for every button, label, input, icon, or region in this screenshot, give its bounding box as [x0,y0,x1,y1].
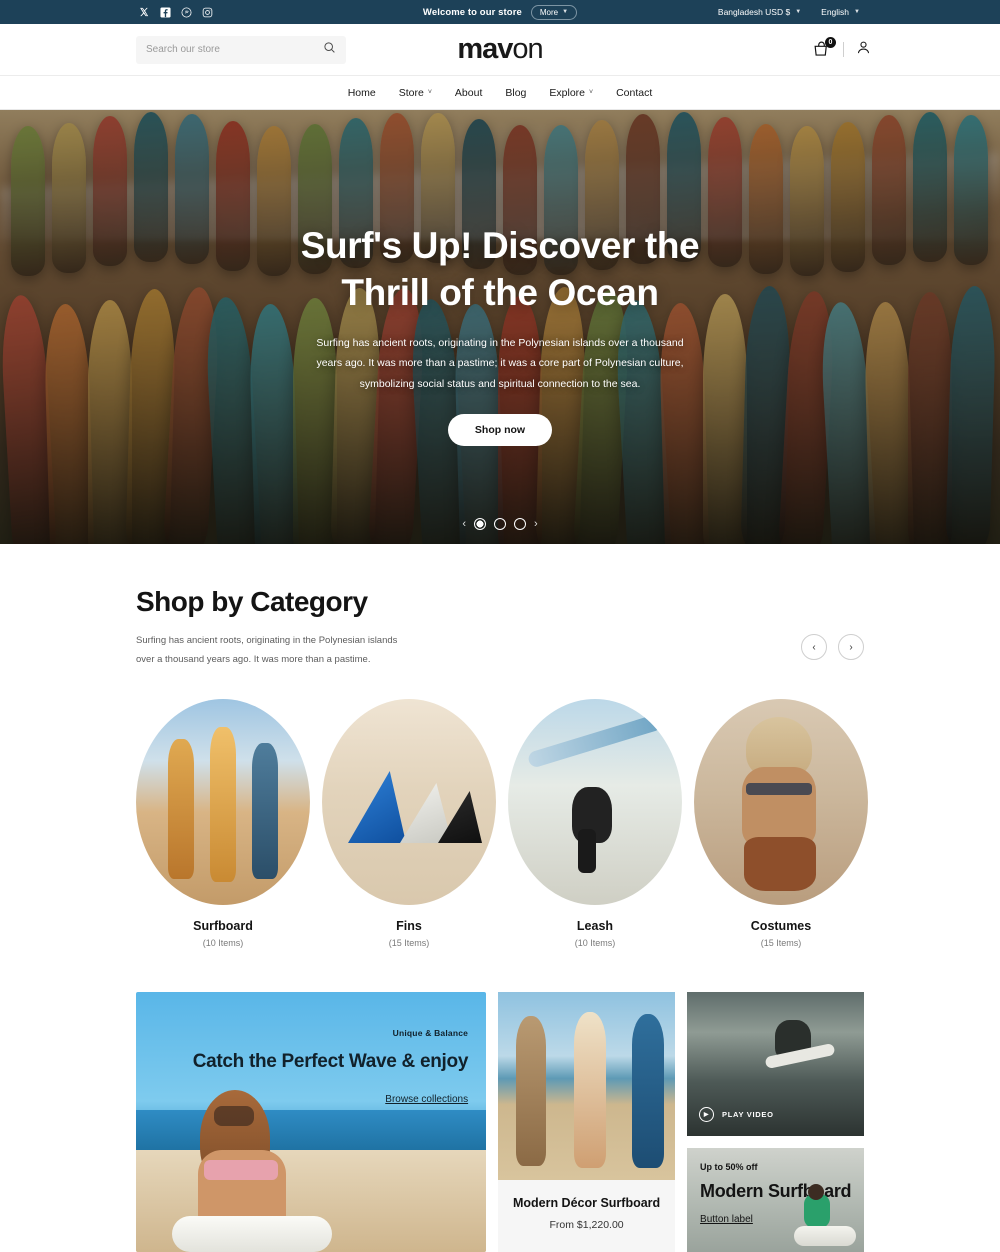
chevron-down-icon: ▼ [795,9,802,15]
chevron-down-icon: ▼ [854,9,860,15]
offer-promo-card[interactable]: Up to 50% off Modern Surfboard Button la… [687,1148,864,1252]
hero-title: Surf's Up! Discover the Thrill of the Oc… [300,225,700,314]
language-selector[interactable]: English ▼ [821,7,860,17]
currency-label: Bangladesh USD $ [717,7,791,17]
category-card-fins[interactable]: Fins (15 Items) [322,699,496,948]
category-count: (10 Items) [574,938,616,949]
x-twitter-icon[interactable] [138,6,150,18]
currency-selector[interactable]: Bangladesh USD $ ▼ [718,7,801,17]
site-header: mavon 0 [0,24,1000,76]
category-subtitle: Surfing has ancient roots, originating i… [136,635,398,665]
main-nav: Home Store ˅ About Blog Explore ˅ Contac… [0,76,1000,110]
nav-item-store[interactable]: Store ˅ [399,87,432,99]
category-list: Surfboard (10 Items) Fins (15 Items) Lea… [136,699,868,948]
more-button[interactable]: More ▼ [530,4,578,20]
hero-pagination: ‹ › [0,518,1000,530]
locale-selectors: Bangladesh USD $ ▼ English ▼ [718,7,860,17]
category-count: (10 Items) [202,938,244,949]
category-card-leash[interactable]: Leash (10 Items) [508,699,682,948]
category-name: Leash [576,919,614,934]
category-carousel-controls: ‹ › [801,586,864,660]
video-promo-card[interactable]: ▶ PLAY VIDEO [687,992,864,1137]
category-name: Fins [396,919,422,934]
nav-label: Home [347,86,376,99]
nav-item-about[interactable]: About [455,87,482,99]
promo-model-image [172,1090,332,1252]
cart-button[interactable]: 0 [812,36,836,60]
promo-text-block: Unique & Balance Catch the Perfect Wave … [192,1028,469,1107]
announcement-bar: Welcome to our store More ▼ Bangladesh U… [0,0,1000,24]
nav-label: About [454,86,483,99]
category-image [322,699,496,906]
account-button[interactable] [855,39,872,61]
shop-by-category-section: Shop by Category Surfing has ancient roo… [0,544,1000,1252]
hero-carousel: Surf's Up! Discover the Thrill of the Oc… [0,110,1000,544]
play-video-control[interactable]: ▶ PLAY VIDEO [699,1107,774,1123]
category-image [694,699,868,906]
header-divider [843,42,844,57]
category-count: (15 Items) [760,938,802,949]
hero-next-arrow[interactable]: › [534,518,538,530]
category-header: Shop by Category Surfing has ancient roo… [136,544,864,669]
hero-dot-1[interactable] [474,518,486,530]
hero-paragraph: Surfing has ancient roots, originating i… [316,336,684,390]
chevron-down-icon: ˅ [589,89,594,96]
promo-title: Catch the Perfect Wave & enjoy [192,1051,469,1073]
promo-card-catch-the-wave[interactable]: Unique & Balance Catch the Perfect Wave … [136,992,487,1252]
promo-kicker: Unique & Balance [392,1028,469,1039]
logo-light: on [512,33,543,65]
hero-dot-3[interactable] [514,518,526,530]
category-next-button[interactable]: › [838,634,864,660]
social-links [138,6,213,18]
nav-label: Blog [505,86,527,99]
category-name: Costumes [750,919,812,934]
play-video-label: PLAY VIDEO [722,1110,774,1120]
category-name: Surfboard [193,919,253,934]
nav-item-home[interactable]: Home [348,87,376,99]
play-icon: ▶ [699,1107,715,1123]
product-card-modern-decor-surfboard[interactable]: Modern Décor Surfboard From $1,220.00 [498,992,676,1252]
chevron-down-icon: ▼ [562,9,569,15]
nav-label: Contact [616,86,653,99]
search-icon[interactable] [323,41,336,59]
nav-item-contact[interactable]: Contact [616,87,652,99]
more-label: More [539,7,559,17]
category-image [508,699,682,906]
pinterest-icon[interactable] [180,6,192,18]
welcome-text: Welcome to our store [422,6,522,18]
product-name: Modern Décor Surfboard [512,1196,661,1211]
product-image [498,992,676,1181]
category-prev-button[interactable]: ‹ [801,634,827,660]
category-card-costumes[interactable]: Costumes (15 Items) [694,699,868,948]
nav-label: Explore [549,86,585,99]
search-box[interactable] [136,35,346,64]
header-actions: 0 [812,36,872,61]
nav-item-explore[interactable]: Explore ˅ [549,87,593,99]
nav-item-blog[interactable]: Blog [505,87,526,99]
promo-right-column: ▶ PLAY VIDEO Up to 50% off Modern Surfbo… [687,992,864,1252]
product-price: From $1,220.00 [549,1219,624,1232]
hero-prev-arrow[interactable]: ‹ [462,518,466,530]
hero-dot-2[interactable] [494,518,506,530]
promo-grid: Unique & Balance Catch the Perfect Wave … [136,992,864,1252]
page-title: Shop by Category [136,586,368,617]
chevron-down-icon: ˅ [427,89,432,96]
cart-count-badge: 0 [825,36,836,48]
offer-button[interactable]: Button label [700,1214,753,1225]
logo-bold: mav [457,33,513,65]
search-input[interactable] [146,44,323,55]
category-count: (15 Items) [388,938,430,949]
nav-label: Store [398,86,424,99]
category-card-surfboard[interactable]: Surfboard (10 Items) [136,699,310,948]
instagram-icon[interactable] [201,6,213,18]
facebook-icon[interactable] [159,6,171,18]
offer-image [788,1184,858,1252]
language-label: English [821,7,850,17]
browse-collections-link[interactable]: Browse collections [385,1094,468,1105]
shop-now-button[interactable]: Shop now [447,414,553,447]
offer-kicker: Up to 50% off [700,1162,758,1173]
hero-content: Surf's Up! Discover the Thrill of the Oc… [0,110,1000,544]
category-image [136,699,310,906]
